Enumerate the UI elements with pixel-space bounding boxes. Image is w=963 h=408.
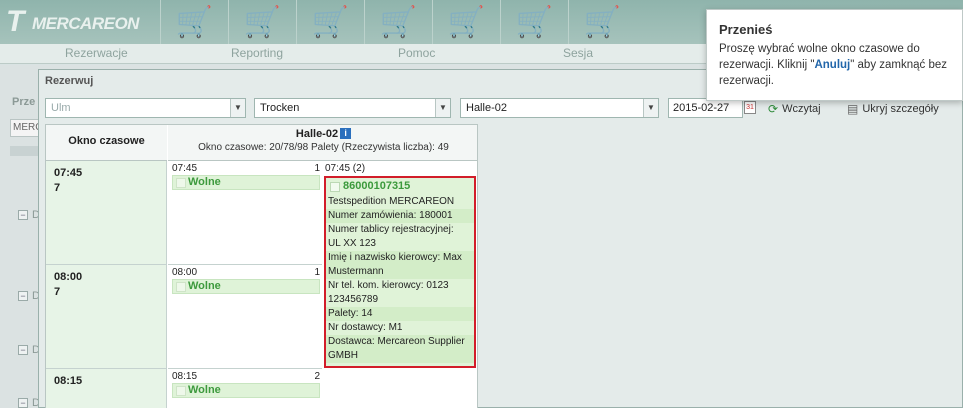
mercareon-logo: T MERCAREON [6, 5, 139, 38]
cart-icon: 🛒 [296, 0, 364, 44]
expand-icon: − [18, 398, 28, 408]
details-icon: ▤ [847, 102, 859, 116]
slot-number: 1 [314, 267, 320, 278]
dialog-title: Rezerwuj [45, 75, 94, 87]
time-count: 7 [54, 286, 61, 298]
slot-number: 1 [314, 163, 320, 174]
time-slot: 07:45 1 Wolne [168, 161, 322, 265]
expand-icon: − [18, 210, 28, 220]
booking-id[interactable]: 86000107315 [328, 180, 472, 192]
booking-detail: GMBH [326, 349, 474, 363]
hall-select[interactable]: Halle-02 ▼ [460, 98, 659, 118]
menu-rezerwacje[interactable]: Rezerwacje [65, 46, 128, 60]
info-icon[interactable]: i [340, 128, 352, 139]
selected-booking[interactable]: 86000107315 Testspedition MERCAREON Nume… [324, 176, 476, 368]
tooltip-text: Proszę wybrać wolne okno czasowe do reze… [719, 41, 952, 89]
warehouse-select[interactable]: Ulm ▼ [45, 98, 246, 118]
cancel-link[interactable]: Anuluj [814, 59, 850, 71]
time-row: 07:45 7 [46, 161, 167, 265]
hide-details-button[interactable]: ▤ Ukryj szczegóły [847, 102, 939, 116]
slot-number: 2 [314, 371, 320, 382]
booking-detail: 123456789 [328, 294, 379, 305]
hall-column-header: Halle-02 i Okno czasowe: 20/78/98 Palety … [168, 125, 477, 161]
menu-reporting[interactable]: Reporting [231, 46, 283, 60]
cart-icon: 🛒 [568, 0, 636, 44]
load-label: Wczytaj [782, 103, 821, 115]
booking-slot-label: 07:45 (2) [325, 163, 366, 174]
slot-time: 08:15 [172, 371, 198, 382]
free-slot[interactable]: Wolne [172, 279, 320, 294]
date-input[interactable]: 2015-02-27 [668, 98, 743, 118]
time-label: 07:45 [54, 167, 83, 179]
chevron-down-icon[interactable]: ▼ [643, 99, 658, 117]
booking-detail: Imię i nazwisko kierowcy: Max [326, 251, 474, 265]
menu-sesja[interactable]: Sesja [563, 46, 593, 60]
time-count: 7 [54, 182, 61, 194]
expand-icon: − [18, 345, 28, 355]
free-slot[interactable]: Wolne [172, 175, 320, 190]
time-row: 08:15 [46, 369, 167, 408]
background-bar [10, 146, 40, 156]
time-slot: 08:00 1 Wolne [168, 265, 322, 369]
schedule-grid: Okno czasowe Halle-02 i Okno czasowe: 20/… [45, 124, 478, 408]
time-header-label: Okno czasowe [68, 135, 145, 147]
slot-time: 07:45 [172, 163, 198, 174]
cart-icon: 🛒 [500, 0, 568, 44]
move-tooltip: Przenieś Proszę wybrać wolne okno czasow… [706, 9, 963, 101]
cart-icon: 🛒 [432, 0, 500, 44]
time-column-header: Okno czasowe [46, 125, 167, 161]
load-button[interactable]: ⟳ Wczytaj [768, 102, 821, 116]
refresh-icon: ⟳ [768, 102, 779, 116]
free-slot[interactable]: Wolne [172, 383, 320, 398]
booking-detail: Nr tel. kom. kierowcy: 0123 [328, 280, 449, 291]
booking-detail: UL XX 123 [328, 238, 376, 249]
time-label: 08:15 [54, 375, 83, 387]
cart-icon: 🛒 [160, 0, 228, 44]
chevron-down-icon[interactable]: ▼ [435, 99, 450, 117]
cart-icon: 🛒 [364, 0, 432, 44]
type-value: Trocken [260, 102, 300, 114]
calendar-icon[interactable]: 31 [744, 101, 756, 114]
hide-details-label: Ukryj szczegóły [862, 103, 939, 115]
type-select[interactable]: Trocken ▼ [254, 98, 451, 118]
menu-pomoc[interactable]: Pomoc [398, 46, 435, 60]
booking-detail: Nr dostawcy: M1 [328, 322, 403, 333]
booking-detail: Palety: 14 [326, 307, 474, 321]
hall-value: Halle-02 [466, 102, 507, 114]
booking-detail: Dostawca: Mercareon Supplier [326, 335, 474, 349]
booking-dialog: Rezerwuj Ulm ▼ Trocken ▼ Halle-02 ▼ 2015… [38, 69, 963, 408]
chevron-down-icon[interactable]: ▼ [230, 99, 245, 117]
booking-detail: Testspedition MERCAREON [328, 196, 455, 207]
time-slot: 08:15 2 Wolne [168, 369, 322, 408]
booking-detail: Numer tablicy rejestracyjnej: [328, 224, 454, 235]
booking-detail: Mustermann [326, 265, 474, 279]
time-row: 08:00 7 [46, 265, 167, 369]
hall-capacity-info: Okno czasowe: 20/78/98 Palety (Rzeczywis… [198, 142, 449, 153]
logo-text: MERCAREON [32, 14, 139, 33]
cart-icon: 🛒 [228, 0, 296, 44]
hall-header-label: Halle-02 [295, 128, 339, 140]
expand-icon: − [18, 291, 28, 301]
background-title: Prze [12, 96, 36, 108]
cart-decorations: 🛒 🛒 🛒 🛒 🛒 🛒 🛒 [160, 0, 636, 44]
tooltip-title: Przenieś [719, 22, 773, 37]
booking-detail: Numer zamówienia: 180001 [326, 209, 474, 223]
time-label: 08:00 [54, 271, 83, 283]
slot-time: 08:00 [172, 267, 198, 278]
warehouse-placeholder: Ulm [51, 102, 71, 114]
